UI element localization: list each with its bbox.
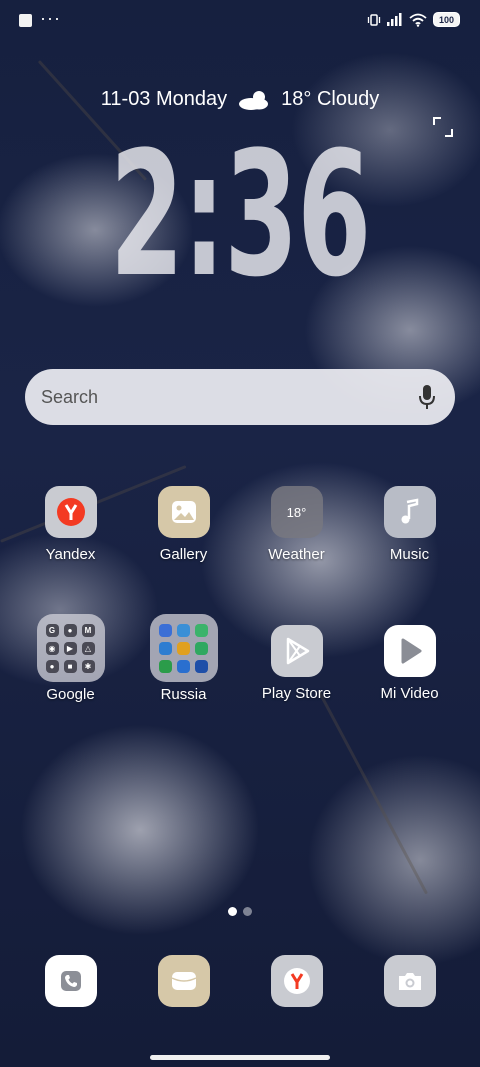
russia-app-mini-icon (194, 659, 208, 673)
google-folder-icon: G ● M ◉ ▶ △ ● ■ ✱ (36, 614, 105, 682)
app-gallery[interactable]: Gallery (127, 486, 240, 563)
clock-time[interactable]: 2:36 (91, 115, 389, 315)
app-music[interactable]: Music (353, 486, 466, 563)
app-label: Yandex (45, 546, 96, 563)
app-label: Music (389, 546, 430, 563)
photos-mini-icon: ✱ (81, 659, 95, 673)
mic-icon[interactable] (417, 384, 437, 410)
google-app-mini-icon: G (45, 623, 59, 637)
weather-text: 18° Cloudy (281, 88, 380, 110)
drive-mini-icon: △ (81, 641, 95, 655)
phone-icon (61, 971, 81, 991)
app-label: Google (46, 686, 95, 703)
russia-app-mini-icon (176, 623, 190, 637)
gmail-mini-icon: M (81, 623, 95, 637)
app-mi-video[interactable]: Mi Video (353, 625, 466, 702)
folder-google[interactable]: G ● M ◉ ▶ △ ● ■ ✱ Google (14, 614, 127, 703)
wallpaper-branch (317, 690, 428, 895)
camera-icon (399, 973, 421, 990)
status-bar: ··· 100 (0, 0, 480, 42)
cloudy-weather-icon (239, 90, 269, 110)
search-bar[interactable] (25, 369, 455, 425)
russia-app-mini-icon (158, 659, 172, 673)
russia-folder-icon (149, 614, 218, 682)
yandex-icon (44, 486, 97, 538)
russia-app-mini-icon (194, 623, 208, 637)
app-play-store[interactable]: Play Store (240, 625, 353, 702)
russia-app-mini-icon (176, 641, 190, 655)
folder-russia[interactable]: Russia (127, 614, 240, 703)
yandex-icon (284, 968, 310, 994)
maps-mini-icon: ◉ (45, 641, 59, 655)
dock-phone[interactable] (45, 955, 97, 1007)
messages-mini-icon: ■ (63, 659, 77, 673)
app-label: Mi Video (380, 685, 439, 702)
wifi-icon (409, 13, 427, 27)
page-dot-active[interactable] (228, 907, 237, 916)
app-label: Russia (160, 686, 207, 703)
app-weather[interactable]: 18° Weather (240, 486, 353, 563)
expand-icon[interactable] (432, 116, 454, 138)
vibrate-icon (367, 13, 381, 26)
app-label: Weather (268, 546, 325, 563)
date-text: 11-03 Monday (100, 88, 228, 110)
more-notifications-icon: ··· (40, 8, 61, 28)
mi-video-icon (383, 625, 436, 677)
play-store-icon (270, 625, 323, 677)
russia-app-mini-icon (158, 641, 172, 655)
duo-mini-icon: ● (45, 659, 59, 673)
music-note-icon (383, 486, 436, 538)
search-input[interactable] (39, 386, 343, 409)
russia-app-mini-icon (176, 659, 190, 673)
home-gesture-bar[interactable] (150, 1055, 330, 1060)
russia-app-mini-icon (158, 623, 172, 637)
notification-icon (19, 14, 32, 27)
app-label: Play Store (261, 685, 332, 702)
app-label: Gallery (159, 546, 208, 563)
chrome-mini-icon: ● (63, 623, 77, 637)
page-indicator[interactable] (0, 907, 480, 916)
dock-yandex-browser[interactable] (271, 955, 323, 1007)
page-dot[interactable] (243, 907, 252, 916)
battery-icon: 100 (433, 12, 460, 27)
youtube-mini-icon: ▶ (63, 641, 77, 655)
signal-icon (387, 13, 402, 26)
dock-camera[interactable] (384, 955, 436, 1007)
dock-messages[interactable] (158, 955, 210, 1007)
date-weather-row[interactable]: 11-03 Monday 18° Cloudy (0, 88, 480, 111)
message-icon (171, 972, 197, 990)
app-yandex[interactable]: Yandex (14, 486, 127, 563)
gallery-icon (157, 486, 210, 538)
weather-app-icon: 18° (270, 486, 323, 538)
status-icons: 100 (367, 12, 460, 27)
russia-app-mini-icon (194, 641, 208, 655)
weather-badge: 18° (286, 504, 307, 520)
